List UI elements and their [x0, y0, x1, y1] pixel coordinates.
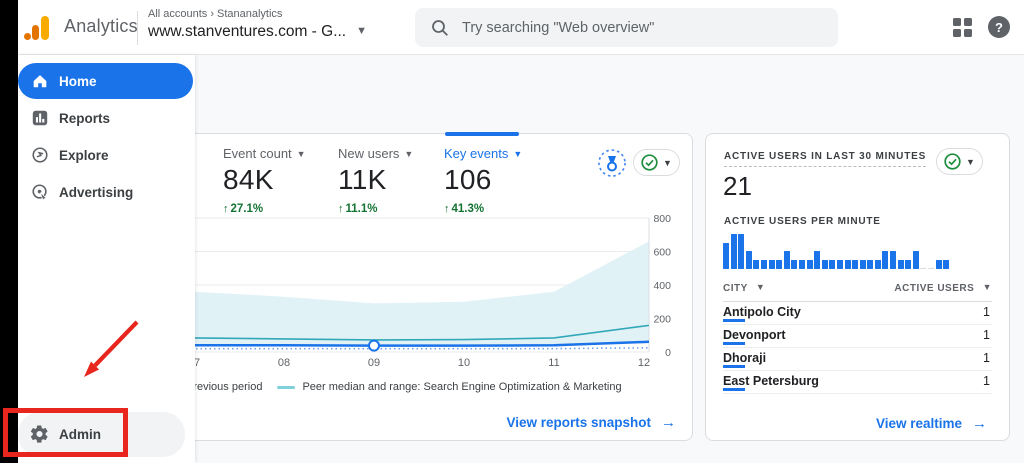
metric-dropdown[interactable]: New users ▼ [338, 146, 413, 161]
sidebar-item-reports[interactable]: Reports [18, 100, 193, 136]
help-icon[interactable]: ? [988, 16, 1010, 38]
sidebar-item-advertising[interactable]: Advertising [18, 174, 193, 210]
svg-text:09: 09 [368, 357, 380, 369]
metric-value: 11K [338, 164, 387, 195]
data-quality-button[interactable]: ▼ [633, 149, 680, 176]
legend-peer-median: Peer median and range: Search Engine Opt… [277, 381, 622, 393]
home-icon [33, 75, 47, 88]
search-bar [415, 8, 838, 47]
property-selector[interactable]: www.stanventures.com - G... ▼ [148, 23, 367, 41]
search-input[interactable] [462, 19, 802, 36]
svg-text:10: 10 [458, 357, 470, 369]
chevron-down-icon: ▼ [982, 282, 992, 292]
chevron-down-icon: ▼ [296, 149, 306, 159]
right-arrow-icon: → [972, 415, 987, 432]
active-users-per-minute-chart [723, 233, 953, 269]
metric-value: 106 [444, 164, 492, 195]
brand-name: Analytics [64, 16, 138, 36]
chart-legend: Previous period Peer median and range: S… [161, 381, 622, 393]
svg-text:08: 08 [278, 357, 290, 369]
search-icon [432, 19, 448, 36]
active-users-column-sort[interactable]: ACTIVE USERS ▼ [894, 282, 992, 294]
sidebar-item-home[interactable]: Home [18, 63, 193, 99]
data-quality-button[interactable]: ▼ [936, 148, 983, 175]
annotation-arrow [84, 320, 139, 377]
chevron-down-icon: ▼ [356, 25, 368, 37]
per-minute-title: ACTIVE USERS PER MINUTE [724, 216, 881, 227]
view-realtime-link[interactable]: View realtime → [876, 415, 987, 432]
city-column-sort[interactable]: CITY ▼ [723, 282, 765, 294]
metric-event-count: Event count ▼ 84K ↑ 27.1% [223, 146, 306, 215]
metric-dropdown[interactable]: Event count ▼ [223, 146, 306, 161]
check-circle-icon [944, 153, 961, 170]
chevron-down-icon: ▼ [404, 149, 414, 159]
city-bar [723, 342, 745, 345]
left-black-strip [0, 0, 18, 463]
topbar-divider [137, 11, 138, 45]
key-events-line-chart: 8006004002000070809101112 [151, 214, 671, 369]
realtime-card: ACTIVE USERS IN LAST 30 MINUTES ▼ 21 ACT… [705, 133, 1010, 441]
check-circle-icon [641, 154, 658, 171]
realtime-title: ACTIVE USERS IN LAST 30 MINUTES [724, 151, 927, 167]
svg-text:11: 11 [548, 357, 559, 369]
metric-value: 84K [223, 164, 274, 195]
city-bar [723, 319, 745, 322]
selected-metric-tab-indicator [445, 132, 519, 136]
chevron-down-icon: ▼ [966, 156, 975, 167]
reports-icon [32, 110, 48, 126]
chevron-down-icon: ▼ [513, 149, 523, 159]
svg-text:12: 12 [638, 357, 650, 369]
svg-text:600: 600 [653, 247, 671, 259]
svg-text:200: 200 [653, 314, 671, 326]
breadcrumb: All accounts › Stananalytics [148, 8, 283, 20]
chevron-down-icon: ▼ [663, 157, 672, 168]
table-row: East Petersburg 1 [723, 371, 992, 394]
metric-new-users: New users ▼ 11K ↑ 11.1% [338, 146, 413, 215]
city-bar [723, 365, 745, 368]
active-users-count: 21 [723, 171, 752, 201]
svg-text:800: 800 [653, 214, 671, 225]
app-bar: Analytics All accounts › Stananalytics www… [0, 0, 1024, 55]
benchmark-medal-icon[interactable] [597, 148, 627, 178]
nav-drawer: Home Reports Explore Advertising Admin [18, 55, 195, 463]
annotation-highlight-box [3, 408, 128, 457]
metric-key-events: Key events ▼ 106 ↑ 41.3% [444, 146, 522, 215]
metric-dropdown[interactable]: Key events ▼ [444, 146, 522, 161]
svg-text:0: 0 [665, 347, 671, 359]
table-header: CITY ▼ ACTIVE USERS ▼ [723, 282, 992, 302]
realtime-city-table: CITY ▼ ACTIVE USERS ▼ Antipolo City 1 De… [723, 282, 992, 394]
table-row: Antipolo City 1 [723, 302, 992, 325]
right-arrow-icon: → [661, 414, 676, 431]
teal-line-icon [277, 385, 296, 389]
table-row: Dhoraji 1 [723, 348, 992, 371]
ga-home-page: Event count ▼ 84K ↑ 27.1% New users ▼ 11K ↑… [0, 0, 1024, 463]
view-reports-snapshot-link[interactable]: View reports snapshot → [506, 414, 676, 431]
explore-icon [32, 147, 48, 163]
google-analytics-logo[interactable] [22, 13, 52, 43]
chevron-down-icon: ▼ [755, 282, 766, 292]
table-row: Devonport 1 [723, 325, 992, 348]
city-bar [723, 388, 745, 391]
advertising-icon [32, 184, 48, 201]
svg-text:400: 400 [653, 280, 671, 292]
apps-grid-icon[interactable] [953, 18, 973, 38]
breadcrumb-chevron-icon: › [210, 8, 214, 20]
sidebar-item-explore[interactable]: Explore [18, 137, 193, 173]
